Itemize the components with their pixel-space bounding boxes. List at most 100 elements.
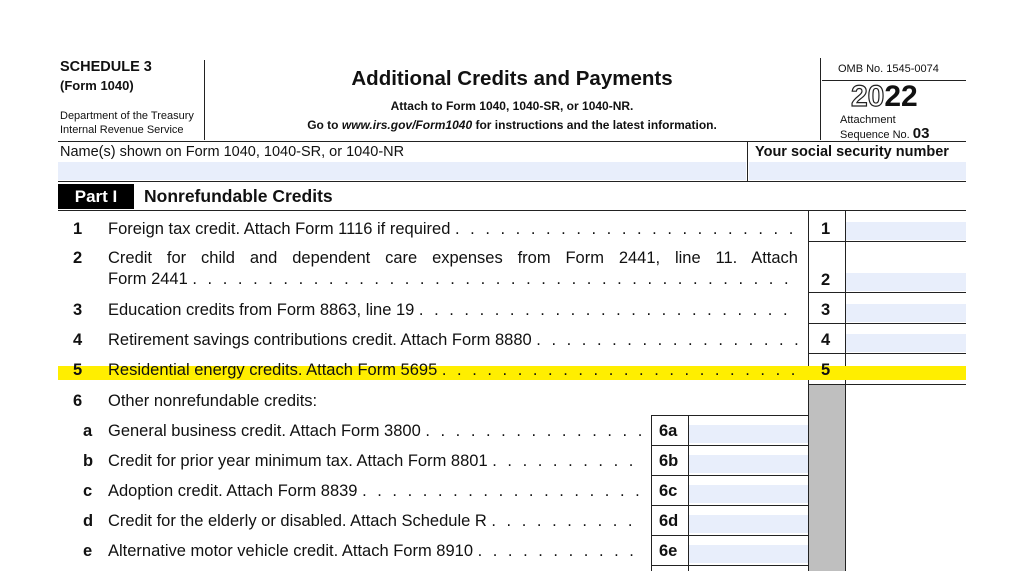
row-rule-4 [808,353,966,354]
instructions-prefix: Go to [307,118,342,132]
line-1-text: Foreign tax credit. Attach Form 1116 if … [108,220,798,239]
sequence-label-text: Sequence No. [840,129,910,141]
line-3-box: 3 [821,301,831,319]
instructions-line: Go to www.irs.gov/Form1040 for instructi… [205,118,819,132]
line-4-text: Retirement savings contributions credit.… [108,331,798,350]
leader-dots: . . . . . . . . . . . . . . . . . . . . … [441,361,798,379]
line-6-number: 6 [73,392,83,410]
line-6a-box: 6a [659,422,678,440]
line-2-box: 2 [821,271,831,289]
sub-rule-e [651,565,808,566]
ssn-input[interactable] [749,162,966,180]
line-2-amount-input[interactable] [846,273,966,291]
sub-rule-a [651,445,808,446]
line-1-box: 1 [821,220,831,238]
tax-year: 2022 [850,79,918,114]
shaded-column [809,385,845,571]
ssn-divider [747,142,748,181]
row-rule-1 [808,241,966,242]
attach-instruction: Attach to Form 1040, 1040-SR, or 1040-NR… [390,99,634,113]
amount-column-left-border [845,211,846,571]
sequence-number: 03 [912,125,930,142]
schedule-title: SCHEDULE 3 [60,59,152,75]
form-title: Additional Credits and Payments [351,67,673,90]
line-6-text: Other nonrefundable credits: [108,392,318,410]
tax-year-prefix: 20 [850,79,885,113]
leader-dots: . . . . . . . . . . . . . . . . . . . . … [477,542,642,560]
line-3-number: 3 [73,301,83,319]
line-6d-amount-input[interactable] [689,515,808,533]
sub-rule-b [651,475,808,476]
line-1-amount-input[interactable] [846,222,966,240]
line-1-label: Foreign tax credit. Attach Form 1116 if … [108,220,451,238]
line-2-label-cont: Form 2441 [108,270,188,288]
line-4-number: 4 [73,331,83,349]
name-field-label: Name(s) shown on Form 1040, 1040-SR, or … [60,144,405,160]
sub-rule-top [651,415,808,416]
line-4-amount-input[interactable] [846,334,966,352]
line-6e-letter: e [83,542,93,560]
line-6c-label: Adoption credit. Attach Form 8839 [108,482,358,500]
sub-rule-d [651,535,808,536]
row-rule-5 [808,384,966,385]
line-6c-text: Adoption credit. Attach Form 8839 . . . … [108,482,642,501]
line-6a-text: General business credit. Attach Form 380… [108,422,642,441]
line-6b-box: 6b [659,452,679,470]
line-1-number: 1 [73,220,83,238]
ssn-field-label: Your social security number [755,144,949,160]
tax-year-suffix: 22 [884,80,918,113]
line-6b-label: Credit for prior year minimum tax. Attac… [108,452,488,470]
leader-dots: . . . . . . . . . . . . . . . . . . . . … [192,270,798,288]
department-line: Department of the Treasury [60,110,194,122]
line-3-text: Education credits from Form 8863, line 1… [108,301,798,320]
line-2-number: 2 [73,249,83,267]
leader-dots: . . . . . . . . . . . . . . . . . . . . … [418,301,798,319]
line-6b-amount-input[interactable] [689,455,808,473]
line-6b-letter: b [83,452,94,470]
line-3-amount-input[interactable] [846,304,966,322]
line-6e-label: Alternative motor vehicle credit. Attach… [108,542,473,560]
line-6d-box: 6d [659,512,679,530]
line-6a-label: General business credit. Attach Form 380… [108,422,421,440]
line-3-label: Education credits from Form 8863, line 1… [108,301,415,319]
header-divider-right [820,58,821,140]
line-4-box: 4 [821,331,831,349]
part-header-bottom-rule [58,210,966,211]
instructions-suffix: for instructions and the latest informat… [472,118,717,132]
leader-dots: . . . . . . . . . . . . . . . . . . . . … [362,482,642,500]
header-bottom-rule [58,141,966,142]
line-6e-amount-input[interactable] [689,545,808,563]
line-5-box: 5 [821,361,831,379]
line-6a-letter: a [83,422,93,440]
leader-dots: . . . . . . . . . . . . . . . . . . . . … [491,512,642,530]
name-input[interactable] [58,162,746,180]
line-5-label: Residential energy credits. Attach Form … [108,361,438,379]
name-row-bottom-rule [58,181,966,182]
leader-dots: . . . . . . . . . . . . . . . . . . . . … [492,452,642,470]
leader-dots: . . . . . . . . . . . . . . . . . . . . … [425,422,642,440]
line-6c-box: 6c [659,482,678,500]
agency-line: Internal Revenue Service [60,124,184,136]
line-5-amount-input[interactable] [846,364,966,382]
part-tag: Part I [58,184,134,209]
line-6e-text: Alternative motor vehicle credit. Attach… [108,542,642,561]
sequence-label: Sequence No. 03 [840,125,929,142]
line-6d-label: Credit for the elderly or disabled. Atta… [108,512,487,530]
line-2-text-line2: Form 2441 . . . . . . . . . . . . . . . … [108,270,798,289]
irs-url-link[interactable]: www.irs.gov/Form1040 [342,118,472,132]
row-rule-2 [808,292,966,293]
form-reference: (Form 1040) [60,78,134,93]
line-6c-amount-input[interactable] [689,485,808,503]
line-4-label: Retirement savings contributions credit.… [108,331,532,349]
line-5-text: Residential energy credits. Attach Form … [108,361,798,380]
line-6e-box: 6e [659,542,678,560]
leader-dots: . . . . . . . . . . . . . . . . . . . . … [454,220,798,238]
line-6b-text: Credit for prior year minimum tax. Attac… [108,452,642,471]
omb-number: OMB No. 1545-0074 [838,63,939,75]
line-6d-text: Credit for the elderly or disabled. Atta… [108,512,642,531]
leader-dots: . . . . . . . . . . . . . . . . . . . . … [536,331,798,349]
line-2-text-line1: Credit for child and dependent care expe… [108,249,798,267]
line-5-number: 5 [73,361,83,379]
line-6a-amount-input[interactable] [689,425,808,443]
row-rule-3 [808,323,966,324]
